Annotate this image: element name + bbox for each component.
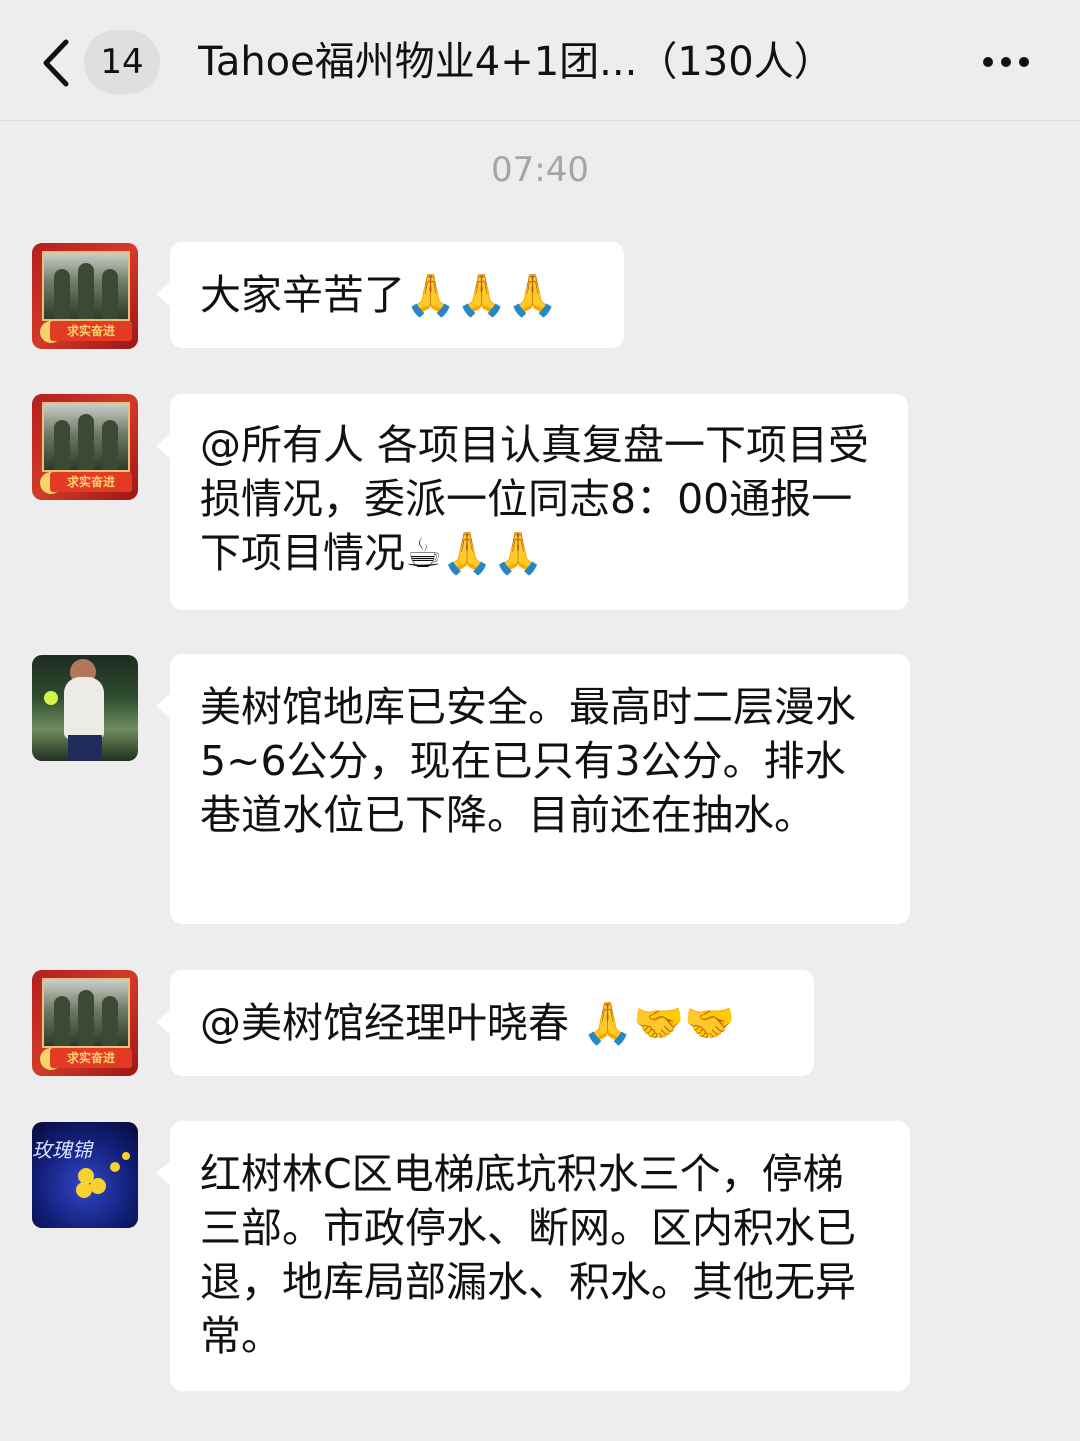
more-button[interactable] xyxy=(980,46,1036,78)
message-bubble[interactable]: @所有人 各项目认真复盘一下项目受损情况，委派一位同志8：00通报一下项目情况☕… xyxy=(156,394,908,610)
message-text: 红树林C区电梯底坑积水三个，停梯三部。市政停水、断网。区内积水已退，地库局部漏水… xyxy=(200,1150,856,1360)
avatar[interactable]: 求实奋进 xyxy=(32,394,138,500)
avatar[interactable] xyxy=(32,655,138,761)
message-text: 美树馆地库已安全。最高时二层漫水5~6公分，现在已只有3公分。排水巷道水位已下降… xyxy=(200,683,856,839)
avatar[interactable]: 求实奋进 xyxy=(32,243,138,349)
chat-header: 14 Tahoe福州物业4+1团...（130人） xyxy=(0,0,1080,121)
chevron-left-icon xyxy=(43,39,69,87)
message-bubble[interactable]: 大家辛苦了🙏🙏🙏 xyxy=(156,242,624,348)
back-button[interactable] xyxy=(38,38,78,88)
avatar[interactable]: 玫瑰锦 xyxy=(32,1122,138,1228)
message-text: @美树馆经理叶晓春 🙏🤝🤝 xyxy=(200,999,736,1047)
avatar[interactable]: 求实奋进 xyxy=(32,970,138,1076)
message-timestamp: 07:40 xyxy=(491,150,589,190)
message-bubble[interactable]: @美树馆经理叶晓春 🙏🤝🤝 xyxy=(156,970,814,1076)
message-text: @所有人 各项目认真复盘一下项目受损情况，委派一位同志8：00通报一下项目情况☕… xyxy=(200,421,870,577)
message-text: 大家辛苦了🙏🙏🙏 xyxy=(200,271,559,319)
avatar-banner-text: 求实奋进 xyxy=(50,321,132,341)
unread-count-badge[interactable]: 14 xyxy=(84,30,160,94)
chat-title[interactable]: Tahoe福州物业4+1团...（130人） xyxy=(198,32,918,92)
avatar-banner-text: 求实奋进 xyxy=(50,1048,132,1068)
message-bubble[interactable]: 红树林C区电梯底坑积水三个，停梯三部。市政停水、断网。区内积水已退，地库局部漏水… xyxy=(156,1121,910,1391)
more-icon xyxy=(983,57,1029,67)
message-bubble[interactable]: 美树馆地库已安全。最高时二层漫水5~6公分，现在已只有3公分。排水巷道水位已下降… xyxy=(156,654,910,924)
avatar-banner-text: 求实奋进 xyxy=(50,472,132,492)
